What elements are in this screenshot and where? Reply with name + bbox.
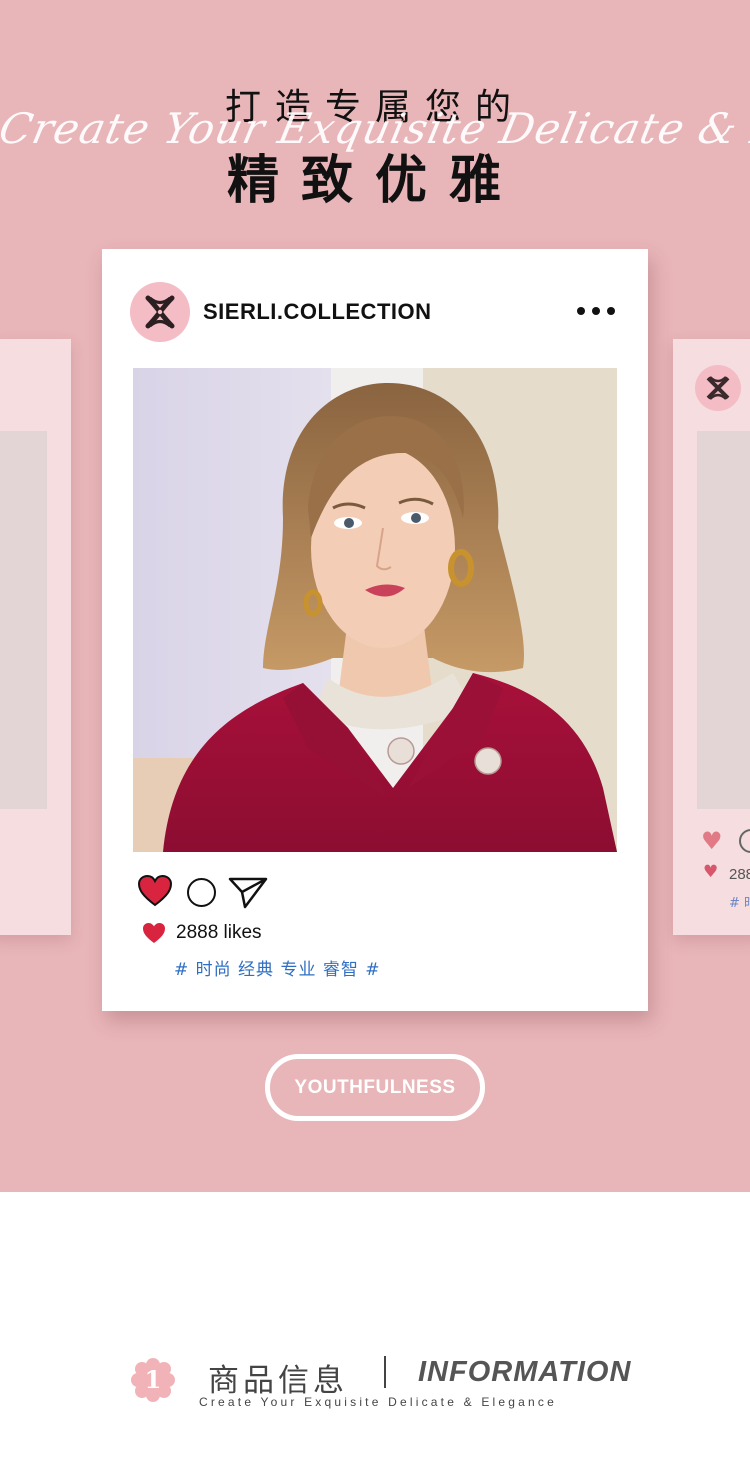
send-icon[interactable] [228, 876, 268, 910]
side-card-tags: # 时 [729, 896, 750, 911]
section-subtitle: Create Your Exquisite Delicate & Eleganc… [198, 1395, 557, 1409]
account-username[interactable]: SIERLI.COLLECTION [203, 299, 432, 325]
side-card-image-placeholder [0, 431, 47, 809]
like-heart-icon: ♥ [703, 862, 719, 882]
title-divider [384, 1356, 386, 1388]
post-photo [133, 368, 617, 852]
like-heart-icon [143, 923, 165, 943]
youthfulness-badge: YOUTHFULNESS [265, 1054, 485, 1121]
side-card-right: ♥ ♥ 2888 # 时 [673, 339, 750, 935]
post-card: SIERLI.COLLECTION 2888 likes # 时尚 经典 专业 … [102, 249, 648, 1011]
hashtags[interactable]: # 时尚 经典 专业 睿智 # [174, 955, 381, 980]
sierli-logo-icon [695, 365, 741, 411]
sierli-logo-icon[interactable] [130, 282, 190, 342]
heart-icon: ♥ [701, 827, 723, 855]
headline-line-2: 精致优雅 [226, 151, 523, 211]
likes-count: 2888 likes [176, 922, 262, 943]
more-dots-icon[interactable] [577, 307, 615, 317]
side-card-image-placeholder [697, 431, 750, 809]
side-card-likes: 2888 [729, 866, 750, 883]
heart-icon[interactable] [138, 875, 172, 907]
comment-icon[interactable] [187, 878, 216, 907]
badge-label: YOUTHFULNESS [294, 1076, 456, 1098]
side-card-left [0, 339, 71, 935]
comment-icon [739, 829, 750, 853]
section-title-en: INFORMATION [418, 1356, 632, 1388]
section-title-cn: 商品信息 [208, 1363, 348, 1399]
section-number: 1 [144, 1365, 162, 1394]
